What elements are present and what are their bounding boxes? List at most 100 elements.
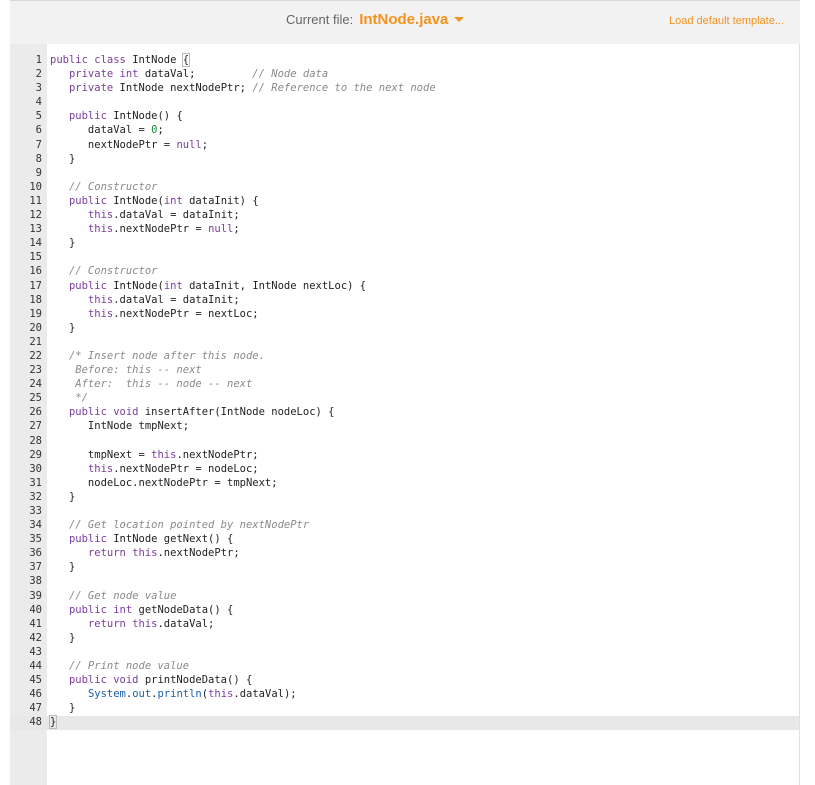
code-text[interactable]: } [47,715,56,729]
code-text[interactable]: public void printNodeData() { [47,673,252,687]
code-text[interactable]: private IntNode nextNodePtr; // Referenc… [47,81,436,95]
code-line[interactable]: 17 public IntNode(int dataInit, IntNode … [10,279,799,293]
code-line[interactable]: 28 [10,434,799,448]
code-text[interactable]: // Print node value [47,659,189,673]
code-line[interactable]: 21 [10,335,799,349]
code-line[interactable]: 19 this.nextNodePtr = nextLoc; [10,307,799,321]
code-line[interactable]: 15 [10,250,799,264]
code-line[interactable]: 20 } [10,321,799,335]
code-line[interactable]: 33 [10,504,799,518]
code-line[interactable]: 7 nextNodePtr = null; [10,138,799,152]
code-text[interactable]: public class IntNode { [47,53,189,67]
code-line[interactable]: 22 /* Insert node after this node. [10,349,799,363]
code-text[interactable] [47,504,50,518]
code-text[interactable]: IntNode tmpNext; [47,419,189,433]
code-text[interactable] [47,166,50,180]
code-text[interactable]: this.dataVal = dataInit; [47,293,240,307]
code-text[interactable]: public IntNode getNext() { [47,532,233,546]
code-text[interactable] [47,250,50,264]
code-text[interactable]: public int getNodeData() { [47,603,233,617]
code-editor[interactable]: 1public class IntNode {2 private int dat… [10,44,800,785]
code-line[interactable]: 29 tmpNext = this.nextNodePtr; [10,448,799,462]
code-text[interactable]: } [47,321,75,335]
code-line[interactable]: 25 */ [10,391,799,405]
code-text[interactable]: nodeLoc.nextNodePtr = tmpNext; [47,476,278,490]
code-line[interactable]: 13 this.nextNodePtr = null; [10,222,799,236]
code-line[interactable]: 3 private IntNode nextNodePtr; // Refere… [10,81,799,95]
code-line[interactable]: 46 System.out.println(this.dataVal); [10,687,799,701]
code-line[interactable]: 23 Before: this -- next [10,363,799,377]
code-text[interactable]: System.out.println(this.dataVal); [47,687,297,701]
code-text[interactable]: */ [47,391,88,405]
code-text[interactable]: public IntNode(int dataInit) { [47,194,259,208]
code-text[interactable]: After: this -- node -- next [47,377,252,391]
load-default-template-link[interactable]: Load default template... [669,15,784,27]
code-text[interactable]: private int dataVal; // Node data [47,67,328,81]
code-text[interactable]: return this.dataVal; [47,617,214,631]
code-line[interactable]: 41 return this.dataVal; [10,617,799,631]
code-text[interactable]: public IntNode(int dataInit, IntNode nex… [47,279,366,293]
code-line[interactable]: 42 } [10,631,799,645]
code-line[interactable]: 27 IntNode tmpNext; [10,419,799,433]
code-content[interactable]: 1public class IntNode {2 private int dat… [10,53,799,730]
code-text[interactable] [47,335,50,349]
code-line[interactable]: 9 [10,166,799,180]
code-line[interactable]: 6 dataVal = 0; [10,123,799,137]
code-line[interactable]: 14 } [10,236,799,250]
code-text[interactable]: /* Insert node after this node. [47,349,265,363]
code-text[interactable]: } [47,701,75,715]
code-line[interactable]: 37 } [10,560,799,574]
code-line[interactable]: 43 [10,645,799,659]
code-line[interactable]: 45 public void printNodeData() { [10,673,799,687]
code-line[interactable]: 11 public IntNode(int dataInit) { [10,194,799,208]
code-text[interactable]: } [47,490,75,504]
code-text[interactable]: // Get node value [47,589,176,603]
code-text[interactable]: // Get location pointed by nextNodePtr [47,518,309,532]
code-text[interactable] [47,645,50,659]
code-text[interactable]: dataVal = 0; [47,123,164,137]
code-text[interactable]: this.nextNodePtr = null; [47,222,240,236]
code-line[interactable]: 38 [10,574,799,588]
code-line[interactable]: 32 } [10,490,799,504]
code-text[interactable]: nextNodePtr = null; [47,138,208,152]
code-line[interactable]: 4 [10,95,799,109]
code-text[interactable]: public IntNode() { [47,109,183,123]
code-text[interactable]: } [47,560,75,574]
code-text[interactable]: } [47,236,75,250]
code-text[interactable]: public void insertAfter(IntNode nodeLoc)… [47,405,334,419]
code-line[interactable]: 44 // Print node value [10,659,799,673]
code-line[interactable]: 48} [10,715,799,729]
code-line[interactable]: 10 // Constructor [10,180,799,194]
code-line[interactable]: 31 nodeLoc.nextNodePtr = tmpNext; [10,476,799,490]
code-line[interactable]: 12 this.dataVal = dataInit; [10,208,799,222]
code-text[interactable]: } [47,631,75,645]
code-text[interactable]: this.dataVal = dataInit; [47,208,240,222]
code-line[interactable]: 36 return this.nextNodePtr; [10,546,799,560]
code-line[interactable]: 8 } [10,152,799,166]
code-line[interactable]: 26 public void insertAfter(IntNode nodeL… [10,405,799,419]
code-line[interactable]: 16 // Constructor [10,264,799,278]
code-line[interactable]: 18 this.dataVal = dataInit; [10,293,799,307]
code-text[interactable]: this.nextNodePtr = nodeLoc; [47,462,259,476]
code-line[interactable]: 1public class IntNode { [10,53,799,67]
code-line[interactable]: 35 public IntNode getNext() { [10,532,799,546]
code-line[interactable]: 34 // Get location pointed by nextNodePt… [10,518,799,532]
code-line[interactable]: 2 private int dataVal; // Node data [10,67,799,81]
code-line[interactable]: 47 } [10,701,799,715]
code-text[interactable]: return this.nextNodePtr; [47,546,240,560]
code-text[interactable]: Before: this -- next [47,363,202,377]
file-name[interactable]: IntNode.java [359,11,448,28]
current-file-selector[interactable]: Current file: IntNode.java [286,11,464,28]
code-text[interactable] [47,95,50,109]
code-line[interactable]: 24 After: this -- node -- next [10,377,799,391]
code-text[interactable] [47,574,50,588]
code-text[interactable]: } [47,152,75,166]
code-text[interactable]: this.nextNodePtr = nextLoc; [47,307,259,321]
chevron-down-icon[interactable] [454,17,464,22]
code-line[interactable]: 40 public int getNodeData() { [10,603,799,617]
code-text[interactable] [47,434,50,448]
code-text[interactable]: tmpNext = this.nextNodePtr; [47,448,259,462]
code-line[interactable]: 39 // Get node value [10,589,799,603]
code-line[interactable]: 30 this.nextNodePtr = nodeLoc; [10,462,799,476]
code-line[interactable]: 5 public IntNode() { [10,109,799,123]
